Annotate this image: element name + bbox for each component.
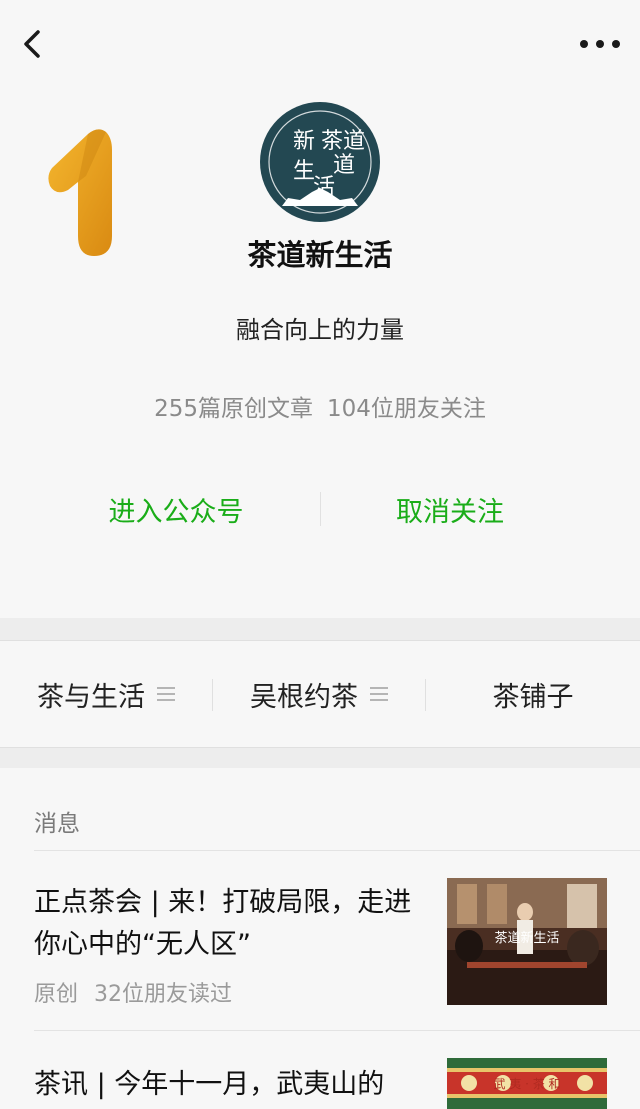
account-stats: 255篇原创文章 104位朋友关注 xyxy=(0,389,640,423)
original-tag: 原创 xyxy=(34,982,79,1007)
thumbnail-caption: 茶道新生活 xyxy=(494,930,559,946)
submenu-icon xyxy=(370,687,388,701)
divider xyxy=(34,1030,640,1031)
back-button[interactable] xyxy=(14,24,54,64)
menu-item-tea-and-life[interactable]: 茶与生活 xyxy=(0,641,212,747)
avatar-logo-text-1: 茶道 xyxy=(321,129,365,154)
enter-account-button[interactable]: 进入公众号 xyxy=(16,490,336,529)
section-separator xyxy=(0,618,640,640)
svg-text:道: 道 xyxy=(333,153,355,178)
more-button[interactable] xyxy=(578,28,622,58)
read-count: 32位朋友读过 xyxy=(94,982,233,1007)
menu-item-tea-shop[interactable]: 茶铺子 xyxy=(426,641,640,747)
menu-item-label: 茶与生活 xyxy=(37,681,145,713)
submenu-icon xyxy=(157,687,175,701)
article-thumbnail[interactable]: 武 夷 · 茶 和 xyxy=(447,1058,607,1109)
menu-item-label: 吴根约茶 xyxy=(250,681,358,713)
article-title[interactable]: 正点茶会 | 来！打破局限，走进你心中的“无人区” xyxy=(34,882,424,966)
svg-text:生: 生 xyxy=(293,159,315,184)
more-dots-icon xyxy=(580,40,588,48)
thumbnail-caption: 武 夷 · 茶 和 xyxy=(493,1076,560,1091)
friends-following-count: 104位朋友关注 xyxy=(327,396,486,422)
divider xyxy=(34,850,640,851)
original-articles-count: 255篇原创文章 xyxy=(154,396,313,422)
messages-section: 消息 正点茶会 | 来！打破局限，走进你心中的“无人区” 原创 32位朋友读过 茶… xyxy=(0,768,640,1109)
article-meta: 原创 32位朋友读过 xyxy=(34,976,232,1008)
menu-item-wugen-tea[interactable]: 吴根约茶 xyxy=(213,641,425,747)
article-title[interactable]: 茶讯 | 今年十一月，武夷山的 xyxy=(34,1064,434,1106)
account-slogan: 融合向上的力量 xyxy=(236,316,404,344)
account-menu-bar: 茶与生活 吴根约茶 茶铺子 xyxy=(0,640,640,748)
article-thumbnail[interactable]: 茶道新生活 xyxy=(447,878,607,1005)
chevron-left-icon xyxy=(24,30,40,58)
menu-item-label: 茶铺子 xyxy=(492,681,574,713)
svg-text:新: 新 xyxy=(293,129,315,154)
account-name: 茶道新生活 xyxy=(247,238,393,272)
unfollow-button[interactable]: 取消关注 xyxy=(290,490,610,529)
section-separator xyxy=(0,748,640,768)
messages-header: 消息 xyxy=(34,811,80,837)
account-avatar[interactable]: 茶道 新 生 活 道 xyxy=(260,102,380,222)
